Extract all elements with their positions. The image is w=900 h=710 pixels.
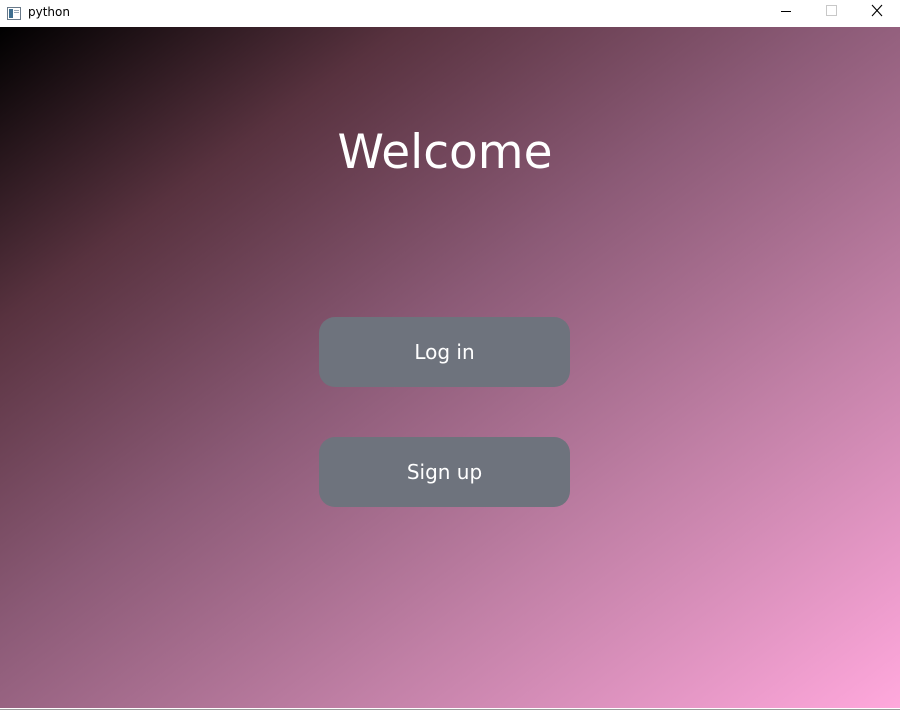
- welcome-screen: Welcome Log in Sign up: [0, 27, 900, 708]
- close-button[interactable]: [854, 0, 900, 26]
- app-icon: [7, 5, 21, 20]
- login-button[interactable]: Log in: [319, 317, 570, 387]
- minimize-button[interactable]: [763, 0, 809, 26]
- title-bar[interactable]: python: [0, 0, 900, 26]
- welcome-heading: Welcome: [337, 125, 553, 180]
- window-title: python: [28, 5, 70, 19]
- maximize-button[interactable]: [808, 0, 854, 26]
- signup-button[interactable]: Sign up: [319, 437, 570, 507]
- app-window: python Welcome Log in Sign up: [0, 0, 900, 710]
